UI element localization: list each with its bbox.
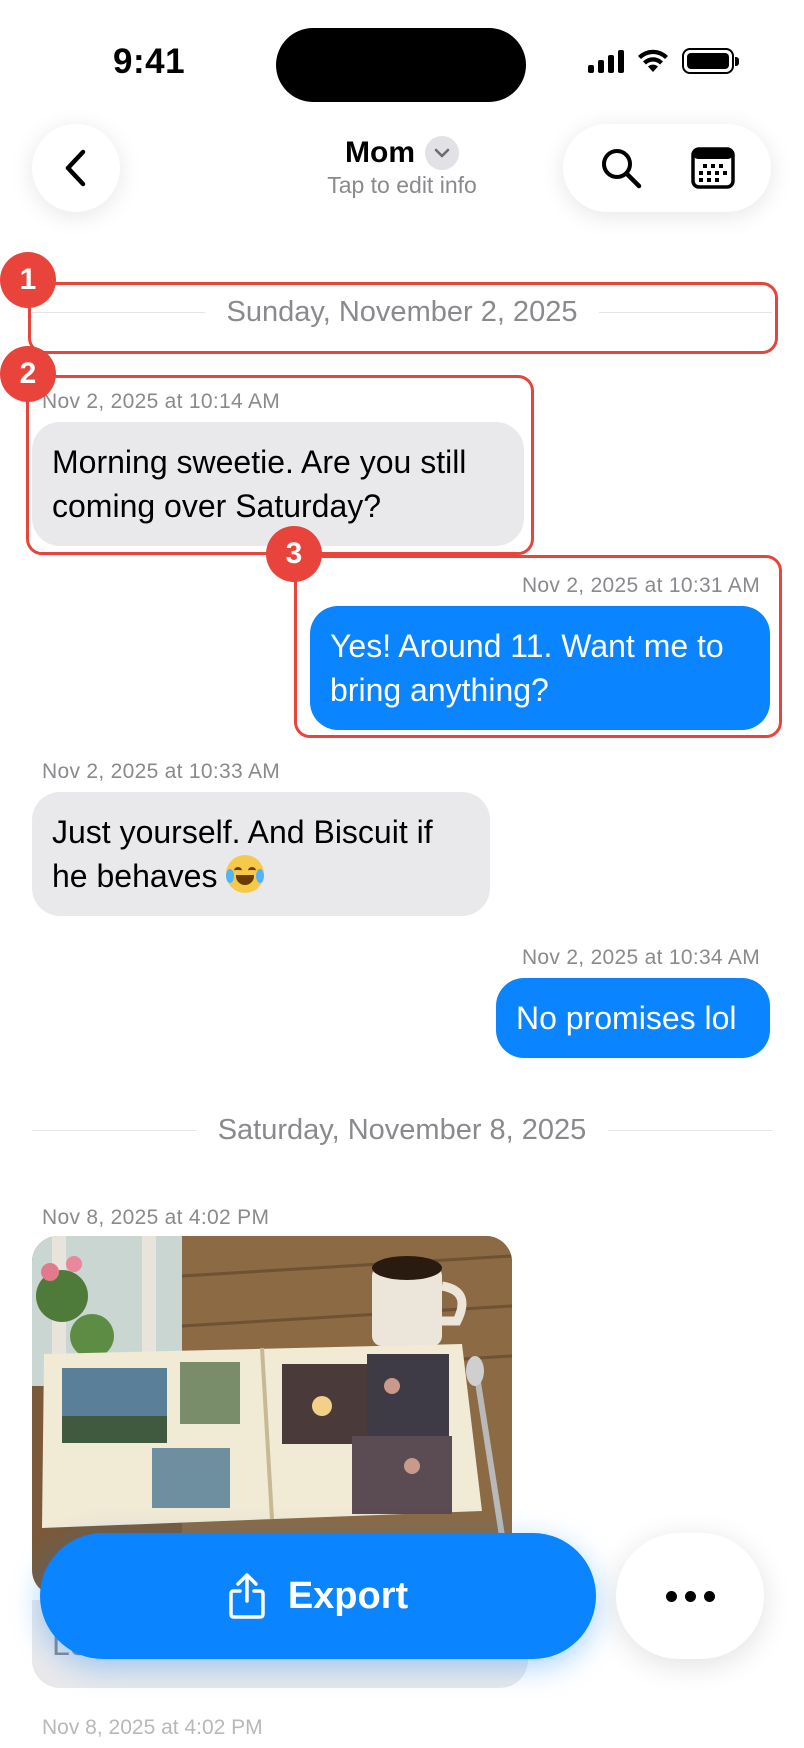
export-label: Export xyxy=(287,1574,409,1617)
message-timestamp: Nov 2, 2025 at 10:34 AM xyxy=(521,946,760,969)
message-timestamp: Nov 8, 2025 at 4:02 PM xyxy=(42,1716,263,1739)
export-button[interactable]: Export xyxy=(40,1533,596,1659)
annotation-box-1 xyxy=(28,282,778,354)
share-icon xyxy=(229,1573,265,1619)
status-icons xyxy=(588,48,739,74)
cellular-signal-icon xyxy=(588,49,624,73)
chevron-down-icon xyxy=(425,136,459,170)
chevron-left-icon xyxy=(65,149,86,187)
calendar-button[interactable] xyxy=(681,136,745,200)
ellipsis-icon xyxy=(665,1590,677,1602)
contact-header[interactable]: Mom Tap to edit info xyxy=(250,136,554,199)
battery-icon xyxy=(682,48,739,74)
date-separator-label: Saturday, November 8, 2025 xyxy=(217,1114,587,1146)
annotation-badge-1: 1 xyxy=(0,252,56,308)
annotation-box-2 xyxy=(26,375,534,555)
date-separator: Saturday, November 8, 2025 xyxy=(32,1114,772,1147)
message-timestamp: Nov 2, 2025 at 10:33 AM xyxy=(42,760,281,783)
annotation-box-3 xyxy=(294,555,782,738)
search-icon xyxy=(602,149,642,189)
incoming-message-bubble[interactable]: Just yourself. And Biscuit if he behaves xyxy=(32,792,490,916)
message-timestamp: Nov 8, 2025 at 4:02 PM xyxy=(42,1206,270,1229)
back-button[interactable] xyxy=(32,124,120,212)
wifi-icon xyxy=(638,49,668,72)
annotation-badge-3: 3 xyxy=(266,526,322,582)
annotation-badge-2: 2 xyxy=(0,346,56,402)
search-button[interactable] xyxy=(589,136,653,200)
calendar-icon xyxy=(691,147,735,189)
contact-subtitle: Tap to edit info xyxy=(327,172,477,198)
more-options-button[interactable] xyxy=(616,1533,764,1659)
contact-name: Mom xyxy=(345,136,415,169)
status-bar: 9:41 xyxy=(0,0,804,120)
dynamic-island xyxy=(276,28,526,102)
header-actions xyxy=(563,124,771,212)
outgoing-message-bubble[interactable]: No promises lol xyxy=(496,978,770,1058)
laughing-tears-emoji-icon xyxy=(226,855,265,893)
status-time: 9:41 xyxy=(113,42,186,81)
